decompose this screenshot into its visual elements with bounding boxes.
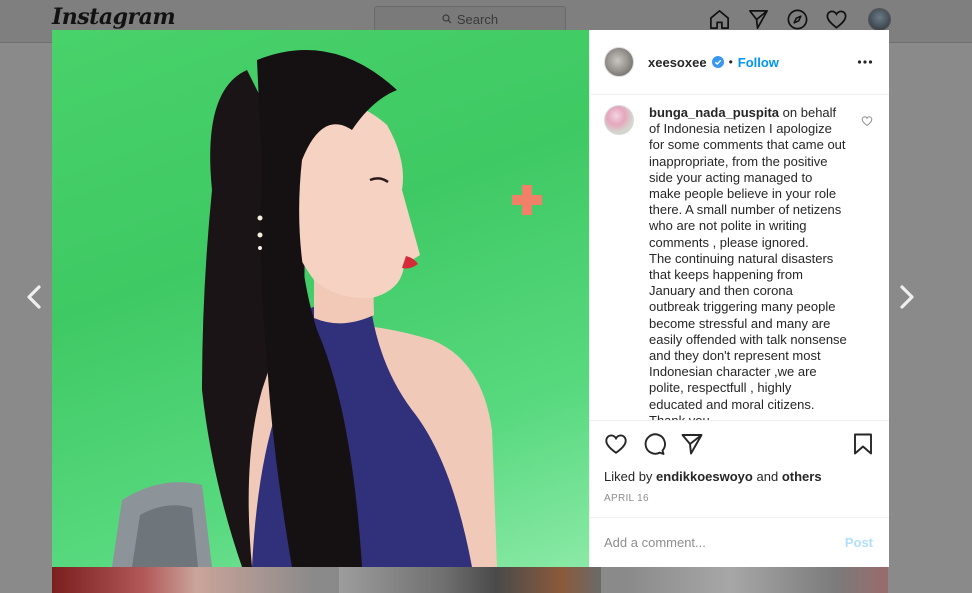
likes-summary: Liked by endikkoeswoyo and others xyxy=(590,469,889,484)
grid-thumbnail[interactable] xyxy=(339,567,601,593)
comment-input[interactable] xyxy=(604,535,845,550)
search-placeholder: Search xyxy=(456,11,499,27)
likes-others-link[interactable]: others xyxy=(782,469,822,484)
explore-icon[interactable] xyxy=(786,8,809,31)
post-sidebar: xeesoxee • Follow bunga_nada_puspita on … xyxy=(589,30,889,567)
share-direct-icon[interactable] xyxy=(680,432,704,456)
more-options-icon[interactable] xyxy=(857,54,873,70)
profile-avatar[interactable] xyxy=(868,8,891,31)
follow-button[interactable]: Follow xyxy=(738,55,779,70)
verified-badge-icon xyxy=(711,56,724,68)
instagram-logo[interactable]: Instagram xyxy=(52,4,176,30)
grid-thumbnail[interactable] xyxy=(52,567,314,593)
direct-icon[interactable] xyxy=(747,8,770,31)
likes-prefix: Liked by xyxy=(604,469,653,484)
chevron-left-icon xyxy=(27,285,41,309)
comment-body-part-2: The continuing natural disasters that ke… xyxy=(649,250,847,421)
post-header: xeesoxee • Follow xyxy=(590,30,889,95)
post-date[interactable]: APRIL 16 xyxy=(590,493,889,517)
likes-conjunction: and xyxy=(756,469,779,484)
commenter-username[interactable]: bunga_nada_puspita xyxy=(649,105,779,120)
comment-bubble-icon[interactable] xyxy=(642,432,666,456)
post-comment-button[interactable]: Post xyxy=(845,535,873,550)
previous-post-button[interactable] xyxy=(24,284,44,310)
post-image-illustration xyxy=(112,50,542,567)
search-icon xyxy=(442,14,452,24)
next-post-button[interactable] xyxy=(897,284,917,310)
add-comment-form: Post xyxy=(590,517,889,567)
separator-dot: • xyxy=(728,55,733,69)
comment-text: bunga_nada_puspita on behalf of Indonesi… xyxy=(649,105,847,420)
author-username[interactable]: xeesoxee xyxy=(648,55,707,70)
comment-body-part-1: on behalf of Indonesia netizen I apologi… xyxy=(649,105,846,250)
post-modal: xeesoxee • Follow bunga_nada_puspita on … xyxy=(52,30,889,567)
comment-item: bunga_nada_puspita on behalf of Indonesi… xyxy=(590,95,889,421)
comment-like-heart-icon[interactable] xyxy=(861,115,873,127)
search-input[interactable]: Search xyxy=(374,6,566,32)
commenter-avatar[interactable] xyxy=(604,105,634,135)
home-icon[interactable] xyxy=(708,8,731,31)
post-actions-bar xyxy=(590,421,889,467)
save-bookmark-icon[interactable] xyxy=(851,432,875,456)
likes-user-link[interactable]: endikkoeswoyo xyxy=(656,469,753,484)
activity-heart-icon[interactable] xyxy=(825,8,848,31)
post-photo[interactable] xyxy=(52,30,589,567)
like-heart-icon[interactable] xyxy=(604,432,628,456)
chevron-right-icon xyxy=(900,285,914,309)
author-avatar[interactable] xyxy=(604,47,634,77)
grid-thumbnail[interactable] xyxy=(626,567,888,593)
nav-icons xyxy=(708,8,891,31)
